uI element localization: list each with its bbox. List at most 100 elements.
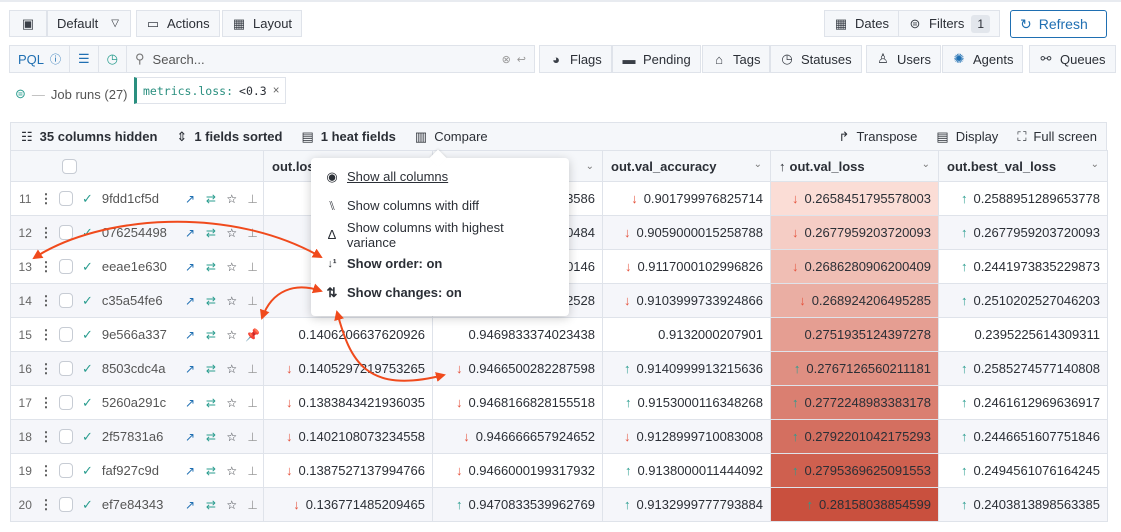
compare-arrows-icon[interactable]: ⇄ (200, 498, 221, 512)
fullscreen-button[interactable]: ⛶ Full screen (1017, 129, 1097, 145)
table-row[interactable]: 18 ⋮ ✓ 2f57831a6 ↗ ⇄ ☆ ⊥ ↓ 0.140210807323… (10, 419, 1108, 454)
row-checkbox[interactable] (58, 395, 73, 410)
run-id[interactable]: c35a54fe6 (102, 293, 180, 308)
compare-arrows-icon[interactable]: ⇄ (200, 192, 221, 206)
drag-handle-icon[interactable]: ⋮ (39, 191, 54, 207)
facet-statuses-button[interactable]: ◷ Statuses (770, 45, 862, 73)
drag-handle-icon[interactable]: ⋮ (39, 429, 54, 445)
open-external-icon[interactable]: ↗ (180, 294, 201, 308)
close-icon[interactable]: × (273, 85, 280, 97)
pin-icon[interactable]: ⊥ (242, 226, 262, 240)
sort-button[interactable]: ⇕ 1 fields sorted (176, 129, 282, 145)
open-external-icon[interactable]: ↗ (180, 192, 201, 206)
pql-toggle[interactable]: PQL ⓘ (10, 46, 71, 72)
drag-handle-icon[interactable]: ⋮ (39, 293, 54, 309)
facet-queues-button[interactable]: ⚯ Queues (1029, 45, 1116, 73)
drag-handle-icon[interactable]: ⋮ (39, 395, 54, 411)
row-checkbox[interactable] (58, 497, 73, 512)
save-view-button[interactable]: ▣ (9, 10, 47, 37)
star-icon[interactable]: ☆ (221, 464, 242, 478)
layout-button[interactable]: ▦ Layout (222, 10, 303, 37)
open-external-icon[interactable]: ↗ (180, 498, 201, 512)
menu-item-show-order[interactable]: ↓¹ Show order: on (311, 249, 569, 278)
row-checkbox[interactable] (58, 225, 73, 240)
star-icon[interactable]: ☆ (221, 260, 242, 274)
star-icon[interactable]: ☆ (221, 226, 242, 240)
menu-item-show-diff[interactable]: ⑊ Show columns with diff (311, 191, 569, 220)
actions-button[interactable]: ▭ Actions (136, 10, 220, 37)
star-icon[interactable]: ☆ (221, 328, 242, 342)
transpose-button[interactable]: ↱ Transpose (839, 129, 918, 145)
compare-arrows-icon[interactable]: ⇄ (200, 430, 221, 444)
search-input[interactable] (152, 51, 502, 67)
open-external-icon[interactable]: ↗ (180, 464, 201, 478)
chevron-down-icon[interactable]: ⌄ (754, 159, 762, 170)
run-id[interactable]: 9e566a337 (102, 327, 180, 342)
pin-icon[interactable]: ⊥ (242, 362, 262, 376)
run-id[interactable]: 5260a291c (102, 395, 180, 410)
pin-icon[interactable]: ⊥ (242, 464, 262, 478)
pin-icon[interactable]: ⊥ (242, 430, 262, 444)
drag-handle-icon[interactable]: ⋮ (39, 463, 54, 479)
open-external-icon[interactable]: ↗ (180, 260, 201, 274)
compare-button[interactable]: ▥ Compare (415, 129, 488, 145)
compare-arrows-icon[interactable]: ⇄ (200, 260, 221, 274)
filter-chip[interactable]: metrics.loss: <0.3 × (134, 77, 287, 104)
star-icon[interactable]: ☆ (221, 498, 242, 512)
run-id[interactable]: 8503cdc4a (102, 361, 180, 376)
open-external-icon[interactable]: ↗ (180, 362, 201, 376)
run-id[interactable]: 9fdd1cf5d (102, 191, 180, 206)
compare-arrows-icon[interactable]: ⇄ (200, 464, 221, 478)
drag-handle-icon[interactable]: ⋮ (39, 259, 54, 275)
run-id[interactable]: eeae1e630 (102, 259, 180, 274)
dates-button[interactable]: ▦ Dates (824, 10, 899, 37)
star-icon[interactable]: ☆ (221, 294, 242, 308)
help-icon[interactable]: ⓘ (50, 51, 61, 67)
pin-icon[interactable]: 📌 (242, 328, 262, 342)
filters-button[interactable]: ⊜ Filters 1 (898, 10, 1001, 37)
pin-icon[interactable]: ⊥ (242, 260, 262, 274)
enter-icon[interactable]: ↩ (517, 53, 526, 66)
column-header[interactable]: out.best_val_loss ⌄ (938, 150, 1108, 182)
compare-arrows-icon[interactable]: ⇄ (200, 294, 221, 308)
refresh-button[interactable]: ↻ Refresh (1010, 10, 1107, 38)
star-icon[interactable]: ☆ (221, 362, 242, 376)
table-row[interactable]: 20 ⋮ ✓ ef7e84343 ↗ ⇄ ☆ ⊥ ↓ 0.136771485209… (10, 487, 1108, 522)
menu-item-show-changes[interactable]: ⇅ Show changes: on (311, 278, 569, 307)
drag-handle-icon[interactable]: ⋮ (39, 361, 54, 377)
star-icon[interactable]: ☆ (221, 396, 242, 410)
row-checkbox[interactable] (58, 361, 73, 376)
column-header[interactable]: out.val_accuracy ⌄ (602, 150, 771, 182)
pin-icon[interactable]: ⊥ (242, 396, 262, 410)
list-view-button[interactable]: ☰ (70, 46, 99, 72)
clear-icon[interactable]: ⊗ (502, 53, 511, 66)
row-checkbox[interactable] (58, 429, 73, 444)
facet-flags-button[interactable]: ◕ Flags (539, 45, 612, 73)
menu-item-show-all-columns[interactable]: ◉ Show all columns (311, 162, 569, 191)
pin-icon[interactable]: ⊥ (242, 192, 262, 206)
run-id[interactable]: ef7e84343 (102, 497, 180, 512)
facet-agents-button[interactable]: ✺ Agents (942, 45, 1024, 73)
table-row[interactable]: 15 ⋮ ✓ 9e566a337 ↗ ⇄ ☆ 📌 0.1406206637620… (10, 317, 1108, 352)
menu-item-highest-variance[interactable]: Δ Show columns with highest variance (311, 220, 569, 250)
compare-arrows-icon[interactable]: ⇄ (200, 226, 221, 240)
display-button[interactable]: ▤ Display (936, 129, 998, 145)
facet-users-button[interactable]: ♙ Users (866, 45, 941, 73)
table-row[interactable]: 16 ⋮ ✓ 8503cdc4a ↗ ⇄ ☆ ⊥ ↓ 0.140529721975… (10, 351, 1108, 386)
chevron-down-icon[interactable]: ⌄ (1091, 159, 1099, 170)
hidden-columns-button[interactable]: ☷ 35 columns hidden (21, 129, 157, 145)
auto-refresh-button[interactable]: ◷ (99, 46, 128, 72)
column-header[interactable]: ↑ out.val_loss ⌄ (770, 150, 939, 182)
pin-icon[interactable]: ⊥ (242, 294, 262, 308)
star-icon[interactable]: ☆ (221, 192, 242, 206)
row-checkbox[interactable] (58, 293, 73, 308)
heat-button[interactable]: ▤ 1 heat fields (301, 129, 395, 145)
row-checkbox[interactable] (58, 327, 73, 342)
chevron-down-icon[interactable]: ⌄ (922, 159, 930, 170)
run-id[interactable]: faf927c9d (102, 463, 180, 478)
table-row[interactable]: 19 ⋮ ✓ faf927c9d ↗ ⇄ ☆ ⊥ ↓ 0.138752713799… (10, 453, 1108, 488)
select-all-checkbox[interactable] (62, 158, 77, 174)
row-checkbox[interactable] (58, 191, 73, 206)
drag-handle-icon[interactable]: ⋮ (39, 327, 54, 343)
chevron-down-icon[interactable]: ⌄ (586, 161, 594, 172)
